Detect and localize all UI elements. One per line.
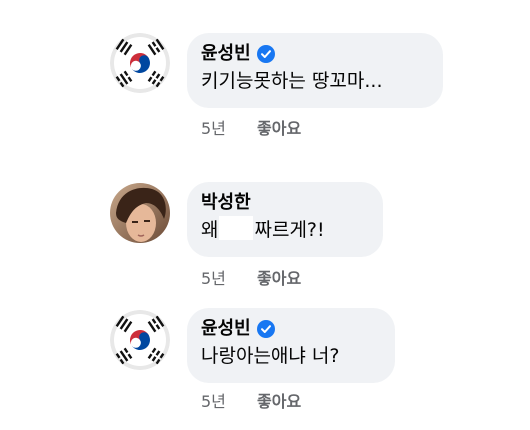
comment-bubble: 윤성빈 키기능못하는 땅꼬마... bbox=[187, 33, 443, 108]
comment-text: 나랑아는애냐 너? bbox=[201, 345, 340, 367]
verified-badge-icon bbox=[257, 45, 275, 63]
comment-text-end: 짜르게?! bbox=[254, 219, 325, 241]
comment-bubble: 박성한 왜 짜르게?! bbox=[187, 182, 383, 257]
comment-time[interactable]: 5년 bbox=[201, 115, 257, 139]
comment-author[interactable]: 윤성빈 bbox=[201, 317, 251, 341]
comment-author[interactable]: 윤성빈 bbox=[201, 42, 251, 66]
comment-actions: 5년 좋아요 bbox=[201, 265, 301, 289]
verified-badge-icon bbox=[257, 320, 275, 338]
comment-time[interactable]: 5년 bbox=[201, 388, 257, 412]
comment-actions: 5년 좋아요 bbox=[201, 115, 301, 139]
comment-time[interactable]: 5년 bbox=[201, 265, 257, 289]
south-korea-flag-icon bbox=[110, 33, 170, 93]
avatar[interactable] bbox=[110, 310, 170, 370]
comment-text-start: 왜 bbox=[201, 219, 219, 241]
comment-author[interactable]: 박성한 bbox=[201, 191, 251, 215]
south-korea-flag-icon bbox=[110, 310, 170, 370]
like-button[interactable]: 좋아요 bbox=[257, 265, 301, 289]
comment-actions: 5년 좋아요 bbox=[201, 388, 301, 412]
avatar[interactable] bbox=[110, 33, 170, 93]
comment-text: 키기능못하는 땅꼬마... bbox=[201, 70, 383, 92]
comment-bubble: 윤성빈 나랑아는애냐 너? bbox=[187, 308, 395, 383]
redaction-box bbox=[219, 216, 254, 240]
profile-photo bbox=[110, 183, 170, 243]
comment-text: 왜 짜르게?! bbox=[201, 216, 369, 244]
like-button[interactable]: 좋아요 bbox=[257, 388, 301, 412]
like-button[interactable]: 좋아요 bbox=[257, 115, 301, 139]
avatar[interactable] bbox=[110, 183, 170, 243]
